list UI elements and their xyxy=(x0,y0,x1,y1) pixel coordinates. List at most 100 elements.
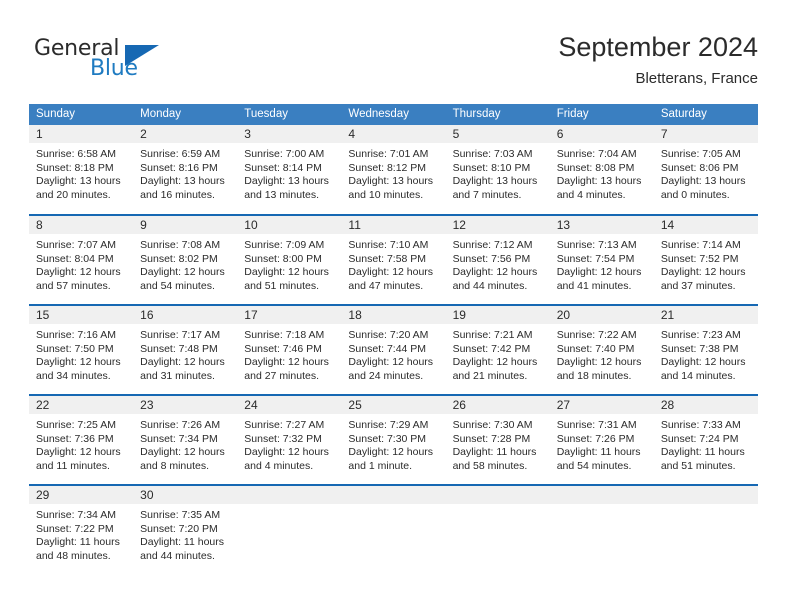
sunset-time: Sunset: 7:34 PM xyxy=(140,432,218,445)
daylight-duration-line2: and 58 minutes. xyxy=(452,459,528,472)
daylight-duration-line1: Daylight: 13 hours xyxy=(36,175,121,187)
day-number: 22 xyxy=(29,396,134,414)
calendar-day-cell[interactable]: 27 Sunrise: 7:31 AM Sunset: 7:26 PM Dayligh… xyxy=(549,394,654,485)
daylight-duration-line1: Daylight: 12 hours xyxy=(556,356,642,368)
general-blue-logo[interactable]: General Blue xyxy=(34,36,234,84)
day-number: 5 xyxy=(445,125,550,143)
day-details: Sunrise: 7:34 AM Sunset: 7:22 PM Daylight:… xyxy=(29,504,133,563)
daylight-duration-line2: and 4 minutes. xyxy=(556,188,626,201)
calendar-day-cell[interactable]: 15 Sunrise: 7:16 AM Sunset: 7:50 PM Dayligh… xyxy=(29,304,134,395)
calendar-day-cell[interactable]: 13 Sunrise: 7:13 AM Sunset: 7:54 PM Dayligh… xyxy=(549,214,654,305)
calendar-day-cell-empty xyxy=(653,484,758,575)
calendar-day-cell[interactable]: 19 Sunrise: 7:21 AM Sunset: 7:42 PM Dayligh… xyxy=(445,304,550,395)
day-number: 6 xyxy=(549,125,654,143)
calendar-day-cell[interactable]: 29 Sunrise: 7:34 AM Sunset: 7:22 PM Dayligh… xyxy=(29,484,134,575)
calendar-day-cell[interactable]: 8 Sunrise: 7:07 AM Sunset: 8:04 PM Daylight… xyxy=(29,214,134,305)
title-block: September 2024 Bletterans, France xyxy=(558,30,758,90)
weekday-header-friday: Friday xyxy=(549,104,654,125)
day-number: 1 xyxy=(29,125,134,143)
calendar-day-cell[interactable]: 18 Sunrise: 7:20 AM Sunset: 7:44 PM Dayligh… xyxy=(341,304,446,395)
day-number xyxy=(549,486,654,504)
daylight-duration-line2: and 8 minutes. xyxy=(140,459,210,472)
daylight-duration-line1: Daylight: 12 hours xyxy=(244,356,329,368)
sunrise-time: Sunrise: 6:59 AM xyxy=(140,148,221,160)
calendar-day-cell[interactable]: 26 Sunrise: 7:30 AM Sunset: 7:28 PM Dayligh… xyxy=(445,394,550,485)
sunset-time: Sunset: 7:48 PM xyxy=(140,342,218,355)
day-details: Sunrise: 7:17 AM Sunset: 7:48 PM Daylight:… xyxy=(133,324,237,383)
calendar-day-cell[interactable]: 2 Sunrise: 6:59 AM Sunset: 8:16 PM Daylight… xyxy=(133,125,238,215)
calendar-day-cell[interactable]: 21 Sunrise: 7:23 AM Sunset: 7:38 PM Dayligh… xyxy=(653,304,758,395)
calendar-day-cell[interactable]: 28 Sunrise: 7:33 AM Sunset: 7:24 PM Dayligh… xyxy=(653,394,758,485)
daylight-duration-line1: Daylight: 13 hours xyxy=(660,175,746,187)
calendar-day-cell[interactable]: 6 Sunrise: 7:04 AM Sunset: 8:08 PM Daylight… xyxy=(549,125,654,215)
day-number: 25 xyxy=(341,396,446,414)
calendar-day-cell[interactable]: 9 Sunrise: 7:08 AM Sunset: 8:02 PM Daylight… xyxy=(133,214,238,305)
sunset-time: Sunset: 7:40 PM xyxy=(556,342,635,355)
day-details xyxy=(550,504,654,509)
sunset-time: Sunset: 7:22 PM xyxy=(36,522,114,535)
weekday-header-monday: Monday xyxy=(133,104,238,125)
daylight-duration-line1: Daylight: 12 hours xyxy=(348,266,434,278)
calendar-day-cell[interactable]: 17 Sunrise: 7:18 AM Sunset: 7:46 PM Dayligh… xyxy=(237,304,342,395)
day-number: 10 xyxy=(237,216,342,234)
calendar-day-cell[interactable]: 30 Sunrise: 7:35 AM Sunset: 7:20 PM Dayligh… xyxy=(133,484,238,575)
calendar-day-cell[interactable]: 10 Sunrise: 7:09 AM Sunset: 8:00 PM Dayligh… xyxy=(237,214,342,305)
calendar-day-cell[interactable]: 11 Sunrise: 7:10 AM Sunset: 7:58 PM Dayligh… xyxy=(341,214,446,305)
sunrise-time: Sunrise: 7:08 AM xyxy=(140,239,221,251)
calendar-day-cell[interactable]: 20 Sunrise: 7:22 AM Sunset: 7:40 PM Dayligh… xyxy=(549,304,654,395)
sunrise-time: Sunrise: 6:58 AM xyxy=(36,148,116,160)
sunrise-time: Sunrise: 7:33 AM xyxy=(660,419,741,431)
daylight-duration-line1: Daylight: 12 hours xyxy=(244,266,329,278)
sunrise-time: Sunrise: 7:18 AM xyxy=(244,329,325,341)
sunset-time: Sunset: 7:58 PM xyxy=(348,252,427,265)
calendar-day-cell[interactable]: 14 Sunrise: 7:14 AM Sunset: 7:52 PM Dayligh… xyxy=(653,214,758,305)
day-details: Sunrise: 7:18 AM Sunset: 7:46 PM Daylight:… xyxy=(237,324,341,383)
sunset-time: Sunset: 8:06 PM xyxy=(660,161,739,174)
sunset-time: Sunset: 7:46 PM xyxy=(244,342,322,355)
day-number: 19 xyxy=(445,306,550,324)
day-number: 27 xyxy=(549,396,654,414)
day-details: Sunrise: 7:20 AM Sunset: 7:44 PM Daylight:… xyxy=(341,324,445,383)
day-details: Sunrise: 7:25 AM Sunset: 7:36 PM Daylight:… xyxy=(29,414,133,473)
calendar-day-cell[interactable]: 22 Sunrise: 7:25 AM Sunset: 7:36 PM Dayligh… xyxy=(29,394,134,485)
daylight-duration-line2: and 1 minute. xyxy=(348,459,413,472)
day-details xyxy=(237,504,341,509)
daylight-duration-line2: and 7 minutes. xyxy=(452,188,522,201)
sunrise-time: Sunrise: 7:01 AM xyxy=(348,148,429,160)
daylight-duration-line2: and 16 minutes. xyxy=(140,188,215,201)
day-details: Sunrise: 7:08 AM Sunset: 8:02 PM Daylight:… xyxy=(133,234,237,293)
calendar-header-row: Sunday Monday Tuesday Wednesday Thursday… xyxy=(29,104,758,125)
day-details: Sunrise: 7:00 AM Sunset: 8:14 PM Daylight:… xyxy=(237,143,341,202)
daylight-duration-line1: Daylight: 12 hours xyxy=(660,266,746,278)
weekday-header-wednesday: Wednesday xyxy=(341,104,446,125)
daylight-duration-line1: Daylight: 11 hours xyxy=(452,446,537,458)
day-details: Sunrise: 7:09 AM Sunset: 8:00 PM Daylight:… xyxy=(237,234,341,293)
day-details: Sunrise: 7:30 AM Sunset: 7:28 PM Daylight:… xyxy=(446,414,550,473)
sunset-time: Sunset: 7:20 PM xyxy=(140,522,218,535)
calendar-day-cell[interactable]: 24 Sunrise: 7:27 AM Sunset: 7:32 PM Dayligh… xyxy=(237,394,342,485)
calendar-day-cell[interactable]: 12 Sunrise: 7:12 AM Sunset: 7:56 PM Dayligh… xyxy=(445,214,550,305)
day-details: Sunrise: 6:59 AM Sunset: 8:16 PM Daylight:… xyxy=(133,143,237,202)
daylight-duration-line2: and 47 minutes. xyxy=(348,279,424,292)
calendar-day-cell[interactable]: 3 Sunrise: 7:00 AM Sunset: 8:14 PM Daylight… xyxy=(237,125,342,215)
calendar-day-cell[interactable]: 1 Sunrise: 6:58 AM Sunset: 8:18 PM Daylight… xyxy=(29,125,134,215)
calendar-day-cell[interactable]: 16 Sunrise: 7:17 AM Sunset: 7:48 PM Dayligh… xyxy=(133,304,238,395)
daylight-duration-line1: Daylight: 11 hours xyxy=(660,446,745,458)
sunrise-time: Sunrise: 7:04 AM xyxy=(556,148,637,160)
calendar-day-cell[interactable]: 25 Sunrise: 7:29 AM Sunset: 7:30 PM Dayligh… xyxy=(341,394,446,485)
calendar-day-cell[interactable]: 7 Sunrise: 7:05 AM Sunset: 8:06 PM Daylight… xyxy=(653,125,758,215)
day-number: 14 xyxy=(653,216,758,234)
day-details: Sunrise: 7:16 AM Sunset: 7:50 PM Daylight:… xyxy=(29,324,133,383)
day-details: Sunrise: 7:03 AM Sunset: 8:10 PM Daylight:… xyxy=(446,143,550,202)
calendar-week-row: 1 Sunrise: 6:58 AM Sunset: 8:18 PM Daylight… xyxy=(29,125,758,215)
day-details: Sunrise: 7:31 AM Sunset: 7:26 PM Daylight:… xyxy=(550,414,654,473)
daylight-duration-line1: Daylight: 12 hours xyxy=(140,356,225,368)
calendar-day-cell[interactable]: 4 Sunrise: 7:01 AM Sunset: 8:12 PM Daylight… xyxy=(341,125,446,215)
daylight-duration-line1: Daylight: 12 hours xyxy=(348,446,434,458)
calendar-day-cell[interactable]: 23 Sunrise: 7:26 AM Sunset: 7:34 PM Dayligh… xyxy=(133,394,238,485)
calendar-day-cell-empty xyxy=(341,484,446,575)
daylight-duration-line1: Daylight: 11 hours xyxy=(556,446,641,458)
day-number: 2 xyxy=(133,125,238,143)
day-number xyxy=(237,486,342,504)
calendar-day-cell[interactable]: 5 Sunrise: 7:03 AM Sunset: 8:10 PM Daylight… xyxy=(445,125,550,215)
